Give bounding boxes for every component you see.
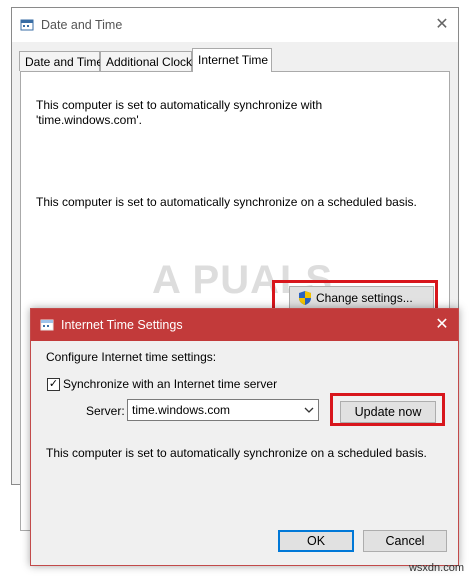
highlight-box-update-now: [330, 393, 445, 426]
window-title: Date and Time: [41, 18, 123, 32]
ok-button[interactable]: OK: [278, 530, 354, 552]
uac-shield-icon: [299, 291, 311, 305]
schedule-status: This computer is set to automatically sy…: [36, 195, 417, 209]
date-time-icon: [40, 319, 54, 331]
dialog-heading: Configure Internet time settings:: [46, 350, 217, 364]
date-time-icon: [20, 19, 34, 31]
close-icon[interactable]: ✕: [431, 14, 453, 36]
server-label: Server:: [86, 404, 125, 418]
sync-status-line2: 'time.windows.com'.: [36, 113, 142, 127]
server-dropdown[interactable]: time.windows.com: [127, 399, 319, 421]
site-credit: wsxdn.com: [408, 562, 464, 574]
tab-additional-clocks[interactable]: Additional Clocks: [100, 51, 198, 71]
tab-label: Internet Time: [198, 53, 269, 67]
dialog-title: Internet Time Settings: [61, 318, 183, 332]
change-settings-button[interactable]: Change settings...: [289, 286, 434, 310]
tab-date-and-time[interactable]: Date and Time: [19, 51, 104, 71]
server-value: time.windows.com: [132, 403, 231, 417]
sync-checkbox-label[interactable]: Synchronize with an Internet time server: [63, 377, 277, 391]
window-titlebar: Date and Time ✕: [12, 8, 458, 42]
ok-label: OK: [306, 534, 326, 548]
sync-status-line1: This computer is set to automatically sy…: [36, 98, 323, 112]
cancel-label: Cancel: [385, 534, 425, 548]
close-icon[interactable]: ✕: [431, 314, 453, 336]
sync-checkbox[interactable]: ✓: [47, 378, 60, 391]
tab-internet-time[interactable]: Internet Time: [192, 48, 272, 72]
internet-time-settings-dialog: Internet Time Settings ✕ Configure Inter…: [30, 308, 459, 566]
change-settings-label: Change settings...: [316, 291, 413, 305]
chevron-down-icon: [304, 407, 314, 413]
tab-label: Additional Clocks: [106, 55, 199, 69]
cancel-button[interactable]: Cancel: [363, 530, 447, 552]
tab-label: Date and Time: [25, 55, 104, 69]
dialog-schedule-status: This computer is set to automatically sy…: [46, 446, 427, 460]
dialog-titlebar: Internet Time Settings ✕: [31, 309, 458, 341]
